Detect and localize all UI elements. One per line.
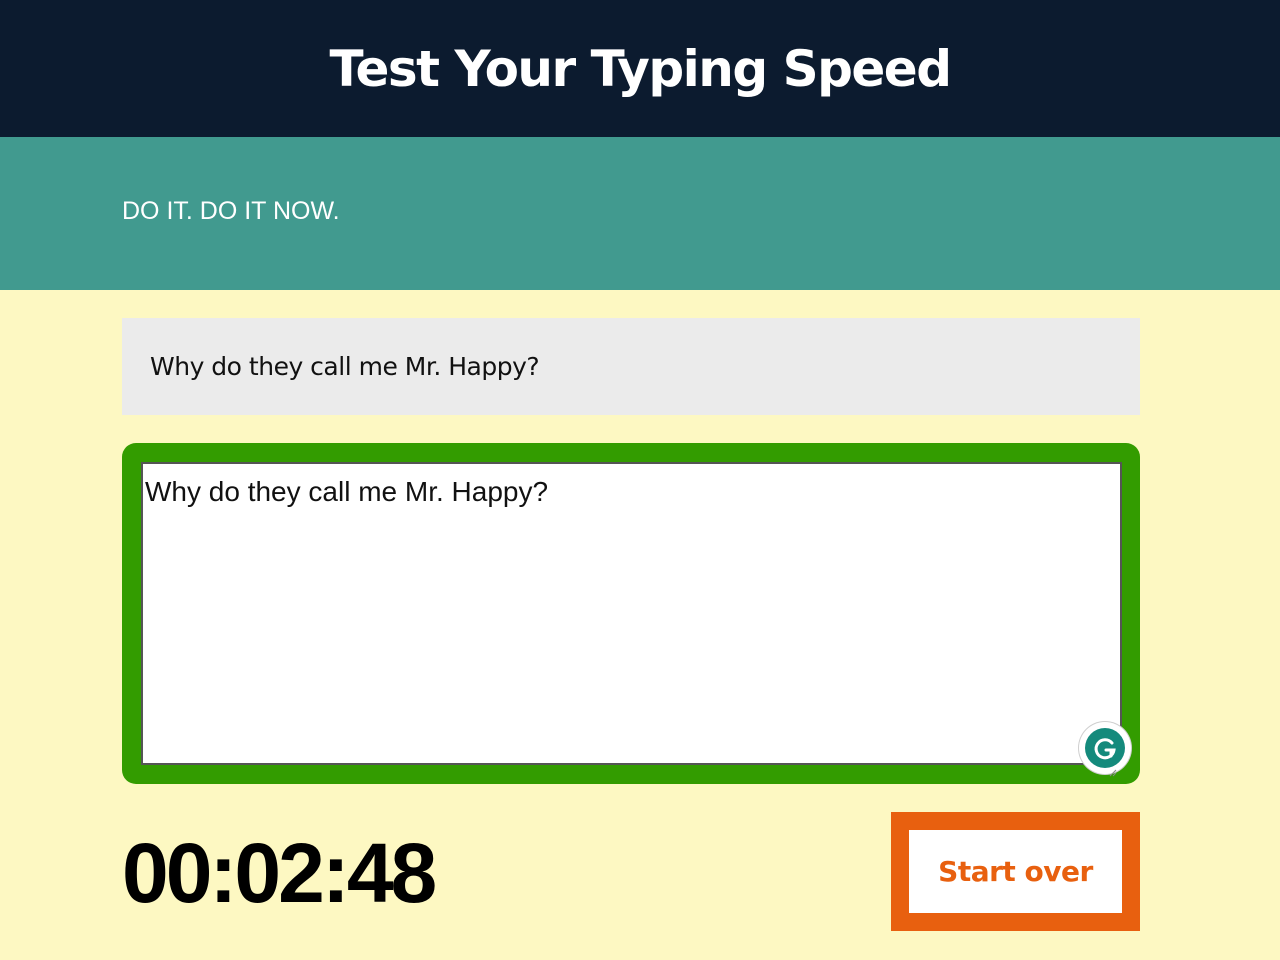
resize-handle-icon[interactable] [1109,752,1117,777]
origin-text-box: Why do they call me Mr. Happy? [122,318,1140,415]
intro-text: DO IT. DO IT NOW. [122,197,340,225]
typed-text: Why do they call me Mr. Happy? [145,476,549,507]
grammarly-icon [1085,728,1125,768]
start-over-button[interactable]: Start over [891,812,1140,931]
timer: 00:02:48 [122,826,437,920]
test-wrapper: Why do they call me Mr. Happy? [122,443,1140,784]
grammarly-button[interactable] [1079,722,1131,774]
intro-banner: DO IT. DO IT NOW. [0,137,1280,290]
origin-text: Why do they call me Mr. Happy? [150,352,540,381]
typing-input[interactable]: Why do they call me Mr. Happy? [141,462,1131,777]
masthead: Test Your Typing Speed [0,0,1280,137]
page-title: Test Your Typing Speed [329,39,952,98]
